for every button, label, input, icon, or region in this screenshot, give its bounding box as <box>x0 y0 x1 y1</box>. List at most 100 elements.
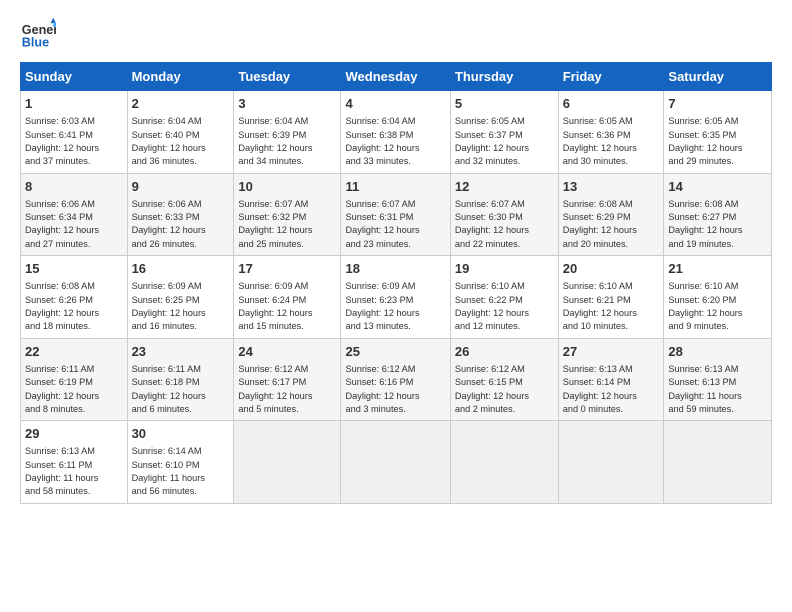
day-number: 16 <box>132 260 230 278</box>
day-info: Sunrise: 6:08 AMSunset: 6:29 PMDaylight:… <box>563 198 660 251</box>
day-number: 26 <box>455 343 554 361</box>
logo-icon: General Blue <box>20 16 56 52</box>
calendar-cell: 10 Sunrise: 6:07 AMSunset: 6:32 PMDayligh… <box>234 173 341 256</box>
day-info: Sunrise: 6:09 AMSunset: 6:23 PMDaylight:… <box>345 280 445 333</box>
calendar-cell: 22 Sunrise: 6:11 AMSunset: 6:19 PMDayligh… <box>21 338 128 421</box>
day-number: 27 <box>563 343 660 361</box>
calendar-cell: 30 Sunrise: 6:14 AMSunset: 6:10 PMDayligh… <box>127 421 234 504</box>
weekday-header-monday: Monday <box>127 63 234 91</box>
day-number: 28 <box>668 343 767 361</box>
week-row-2: 8 Sunrise: 6:06 AMSunset: 6:34 PMDaylight… <box>21 173 772 256</box>
header: General Blue <box>20 16 772 52</box>
page-container: General Blue SundayMondayTuesdayWednesda… <box>0 0 792 514</box>
day-number: 10 <box>238 178 336 196</box>
day-info: Sunrise: 6:09 AMSunset: 6:25 PMDaylight:… <box>132 280 230 333</box>
calendar-cell <box>558 421 664 504</box>
day-number: 2 <box>132 95 230 113</box>
day-number: 21 <box>668 260 767 278</box>
day-info: Sunrise: 6:11 AMSunset: 6:19 PMDaylight:… <box>25 363 123 416</box>
day-number: 13 <box>563 178 660 196</box>
calendar-cell: 12Sunrise: 6:07 AMSunset: 6:30 PMDayligh… <box>450 173 558 256</box>
day-info: Sunrise: 6:09 AMSunset: 6:24 PMDaylight:… <box>238 280 336 333</box>
calendar-cell <box>341 421 450 504</box>
week-row-3: 15 Sunrise: 6:08 AMSunset: 6:26 PMDayligh… <box>21 256 772 339</box>
calendar-cell: 17 Sunrise: 6:09 AMSunset: 6:24 PMDayligh… <box>234 256 341 339</box>
day-number: 8 <box>25 178 123 196</box>
calendar-cell: 26 Sunrise: 6:12 AMSunset: 6:15 PMDayligh… <box>450 338 558 421</box>
calendar-cell: 3 Sunrise: 6:04 AMSunset: 6:39 PMDaylight… <box>234 91 341 174</box>
svg-text:Blue: Blue <box>22 36 49 50</box>
calendar-cell: 5 Sunrise: 6:05 AMSunset: 6:37 PMDaylight… <box>450 91 558 174</box>
day-info: Sunrise: 6:10 AMSunset: 6:20 PMDaylight:… <box>668 280 767 333</box>
day-number: 20 <box>563 260 660 278</box>
day-info: Sunrise: 6:11 AMSunset: 6:18 PMDaylight:… <box>132 363 230 416</box>
calendar-cell <box>664 421 772 504</box>
logo: General Blue <box>20 16 56 52</box>
week-row-4: 22 Sunrise: 6:11 AMSunset: 6:19 PMDayligh… <box>21 338 772 421</box>
calendar-cell <box>450 421 558 504</box>
day-info: Sunrise: 6:06 AMSunset: 6:34 PMDaylight:… <box>25 198 123 251</box>
day-info: Sunrise: 6:06 AMSunset: 6:33 PMDaylight:… <box>132 198 230 251</box>
calendar-cell: 24 Sunrise: 6:12 AMSunset: 6:17 PMDayligh… <box>234 338 341 421</box>
day-info: Sunrise: 6:12 AMSunset: 6:17 PMDaylight:… <box>238 363 336 416</box>
day-info: Sunrise: 6:12 AMSunset: 6:16 PMDaylight:… <box>345 363 445 416</box>
day-number: 5 <box>455 95 554 113</box>
week-row-5: 29Sunrise: 6:13 AMSunset: 6:11 PMDayligh… <box>21 421 772 504</box>
weekday-header-wednesday: Wednesday <box>341 63 450 91</box>
day-number: 29 <box>25 425 123 443</box>
calendar-cell: 16 Sunrise: 6:09 AMSunset: 6:25 PMDayligh… <box>127 256 234 339</box>
day-info: Sunrise: 6:10 AMSunset: 6:22 PMDaylight:… <box>455 280 554 333</box>
day-info: Sunrise: 6:13 AMSunset: 6:13 PMDaylight:… <box>668 363 767 416</box>
calendar-cell: 18 Sunrise: 6:09 AMSunset: 6:23 PMDayligh… <box>341 256 450 339</box>
weekday-header-sunday: Sunday <box>21 63 128 91</box>
weekday-header-friday: Friday <box>558 63 664 91</box>
day-info: Sunrise: 6:14 AMSunset: 6:10 PMDaylight:… <box>132 445 230 498</box>
calendar-cell: 27Sunrise: 6:13 AMSunset: 6:14 PMDayligh… <box>558 338 664 421</box>
day-info: Sunrise: 6:10 AMSunset: 6:21 PMDaylight:… <box>563 280 660 333</box>
day-number: 30 <box>132 425 230 443</box>
day-number: 25 <box>345 343 445 361</box>
weekday-header-tuesday: Tuesday <box>234 63 341 91</box>
calendar-cell: 2 Sunrise: 6:04 AMSunset: 6:40 PMDaylight… <box>127 91 234 174</box>
day-info: Sunrise: 6:07 AMSunset: 6:32 PMDaylight:… <box>238 198 336 251</box>
day-info: Sunrise: 6:04 AMSunset: 6:40 PMDaylight:… <box>132 115 230 168</box>
day-info: Sunrise: 6:04 AMSunset: 6:38 PMDaylight:… <box>345 115 445 168</box>
day-number: 22 <box>25 343 123 361</box>
weekday-header-saturday: Saturday <box>664 63 772 91</box>
day-number: 7 <box>668 95 767 113</box>
calendar-cell: 25 Sunrise: 6:12 AMSunset: 6:16 PMDayligh… <box>341 338 450 421</box>
day-info: Sunrise: 6:08 AMSunset: 6:26 PMDaylight:… <box>25 280 123 333</box>
day-number: 19 <box>455 260 554 278</box>
calendar-cell: 8 Sunrise: 6:06 AMSunset: 6:34 PMDaylight… <box>21 173 128 256</box>
day-number: 3 <box>238 95 336 113</box>
calendar-cell: 19 Sunrise: 6:10 AMSunset: 6:22 PMDayligh… <box>450 256 558 339</box>
day-info: Sunrise: 6:12 AMSunset: 6:15 PMDaylight:… <box>455 363 554 416</box>
day-number: 18 <box>345 260 445 278</box>
calendar-cell: 29Sunrise: 6:13 AMSunset: 6:11 PMDayligh… <box>21 421 128 504</box>
day-info: Sunrise: 6:05 AMSunset: 6:37 PMDaylight:… <box>455 115 554 168</box>
week-row-1: 1Sunrise: 6:03 AMSunset: 6:41 PMDaylight… <box>21 91 772 174</box>
day-number: 9 <box>132 178 230 196</box>
calendar-table: SundayMondayTuesdayWednesdayThursdayFrid… <box>20 62 772 504</box>
day-number: 14 <box>668 178 767 196</box>
day-number: 17 <box>238 260 336 278</box>
calendar-cell: 1Sunrise: 6:03 AMSunset: 6:41 PMDaylight… <box>21 91 128 174</box>
day-number: 6 <box>563 95 660 113</box>
day-number: 12 <box>455 178 554 196</box>
day-number: 11 <box>345 178 445 196</box>
day-number: 15 <box>25 260 123 278</box>
day-info: Sunrise: 6:05 AMSunset: 6:36 PMDaylight:… <box>563 115 660 168</box>
day-info: Sunrise: 6:08 AMSunset: 6:27 PMDaylight:… <box>668 198 767 251</box>
calendar-cell: 4Sunrise: 6:04 AMSunset: 6:38 PMDaylight… <box>341 91 450 174</box>
calendar-cell: 6 Sunrise: 6:05 AMSunset: 6:36 PMDaylight… <box>558 91 664 174</box>
calendar-cell: 20 Sunrise: 6:10 AMSunset: 6:21 PMDayligh… <box>558 256 664 339</box>
day-info: Sunrise: 6:07 AMSunset: 6:31 PMDaylight:… <box>345 198 445 251</box>
day-info: Sunrise: 6:04 AMSunset: 6:39 PMDaylight:… <box>238 115 336 168</box>
calendar-cell <box>234 421 341 504</box>
calendar-cell: 9 Sunrise: 6:06 AMSunset: 6:33 PMDaylight… <box>127 173 234 256</box>
day-info: Sunrise: 6:03 AMSunset: 6:41 PMDaylight:… <box>25 115 123 168</box>
day-number: 23 <box>132 343 230 361</box>
day-number: 24 <box>238 343 336 361</box>
calendar-cell: 11 Sunrise: 6:07 AMSunset: 6:31 PMDayligh… <box>341 173 450 256</box>
weekday-header-thursday: Thursday <box>450 63 558 91</box>
